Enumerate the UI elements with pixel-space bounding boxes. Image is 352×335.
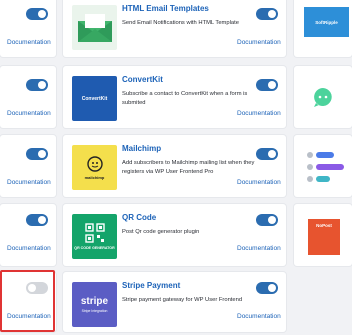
doc-link-convertkit[interactable]: Documentation	[237, 110, 281, 117]
plugin-card-html-email: HTML Email Templates Send Email Notifica…	[63, 0, 286, 57]
plugin-toggle-qr-code[interactable]	[256, 214, 278, 226]
right-thumb-4: NoPost	[308, 219, 340, 255]
plugin-description: Post Qr code generator plugin	[122, 229, 200, 235]
left-doc-link-3[interactable]: Documentation	[7, 179, 51, 186]
stripe-logo-text: stripe	[80, 296, 109, 307]
left-toggle-3[interactable]	[26, 148, 48, 160]
plugin-description: Subscribe a contact to ConvertKit when a…	[122, 91, 248, 106]
mailchimp-monkey-icon	[86, 156, 103, 172]
convertkit-logo-text: ConvertKit	[81, 95, 108, 102]
left-doc-link-5[interactable]: Documentation	[7, 313, 51, 320]
left-toggle-5-off[interactable]	[26, 282, 48, 294]
right-thumb-4-text: NoPost	[316, 223, 332, 228]
doc-link-stripe[interactable]: Documentation	[237, 313, 281, 320]
plugin-card-qr-code: QR CODE GENERATOR QR Code Post Qr code g…	[63, 204, 286, 266]
plugin-thumb-qr-code: QR CODE GENERATOR	[72, 214, 117, 259]
chat-bubble-icon	[314, 88, 332, 107]
left-toggle-1[interactable]	[26, 8, 48, 20]
plugin-title: HTML Email Templates	[122, 4, 209, 13]
envelope-icon	[77, 13, 112, 42]
right-card-2	[294, 66, 352, 128]
doc-link-html-email[interactable]: Documentation	[237, 39, 281, 46]
right-card-4: NoPost	[294, 204, 352, 266]
flow-chart-icon	[307, 152, 344, 182]
left-card-4: Documentation	[0, 204, 56, 266]
plugin-title: Stripe Payment	[122, 281, 181, 290]
plugin-card-mailchimp: mailchimp Mailchimp Add subscribers to M…	[63, 135, 286, 197]
plugin-thumb-stripe: stripe Stripe Integration	[72, 282, 117, 327]
plugin-description: Send Email Notifications with HTML Templ…	[122, 20, 239, 26]
plugin-description: Add subscribers to Mailchimp mailing lis…	[122, 160, 255, 175]
left-card-5: Documentation	[0, 272, 56, 332]
left-doc-link-4[interactable]: Documentation	[7, 245, 51, 252]
stripe-logo-subtext: Stripe Integration	[81, 309, 108, 313]
right-thumb-1: SoftRipple	[304, 7, 349, 37]
right-thumb-1-text: SoftRipple	[315, 19, 338, 25]
right-card-1: SoftRipple	[294, 0, 352, 57]
doc-link-qr-code[interactable]: Documentation	[237, 245, 281, 252]
plugin-title: Mailchimp	[122, 144, 162, 153]
doc-link-mailchimp[interactable]: Documentation	[237, 179, 281, 186]
plugin-thumb-html-email	[72, 5, 117, 50]
qr-logo-text: QR CODE GENERATOR	[74, 246, 115, 250]
left-doc-link-1[interactable]: Documentation	[7, 39, 51, 46]
left-card-2: Documentation	[0, 66, 56, 128]
plugin-toggle-convertkit[interactable]	[256, 79, 278, 91]
left-toggle-2[interactable]	[26, 79, 48, 91]
plugin-thumb-convertkit: ConvertKit	[72, 76, 117, 121]
left-card-1: Documentation	[0, 0, 56, 57]
plugin-toggle-stripe[interactable]	[256, 282, 278, 294]
left-toggle-4[interactable]	[26, 214, 48, 226]
plugin-thumb-mailchimp: mailchimp	[72, 145, 117, 190]
plugin-description: Stripe payment gateway for WP User Front…	[122, 297, 243, 303]
plugin-toggle-html-email[interactable]	[256, 8, 278, 20]
plugin-title: ConvertKit	[122, 75, 163, 84]
left-card-3: Documentation	[0, 135, 56, 197]
plugin-card-convertkit: ConvertKit ConvertKit Subscribe a contac…	[63, 66, 286, 128]
plugin-title: QR Code	[122, 213, 157, 222]
qr-code-icon	[84, 223, 105, 243]
right-card-3	[294, 135, 352, 197]
left-doc-link-2[interactable]: Documentation	[7, 110, 51, 117]
mailchimp-logo-text: mailchimp	[84, 175, 105, 180]
plugin-toggle-mailchimp[interactable]	[256, 148, 278, 160]
plugin-card-stripe: stripe Stripe Integration Stripe Payment…	[63, 272, 286, 332]
